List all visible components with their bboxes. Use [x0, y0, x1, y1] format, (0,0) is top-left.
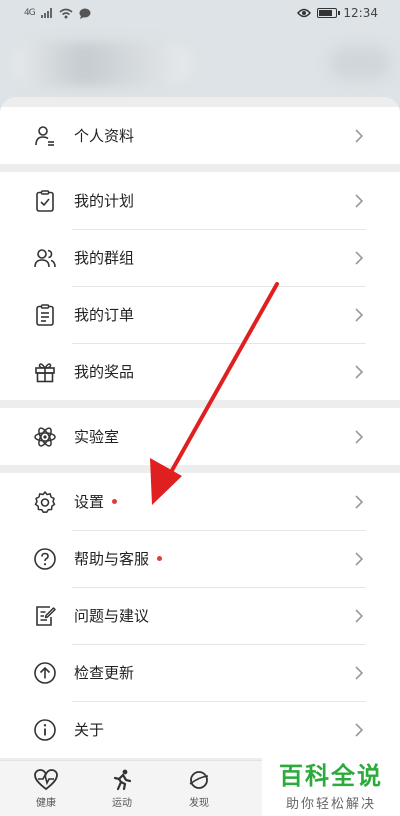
- menu-item-gear[interactable]: 设置: [0, 473, 400, 530]
- menu-item-text: 我的群组: [74, 249, 135, 267]
- menu-item-order[interactable]: 我的订单: [0, 286, 400, 343]
- chevron-right-icon: [354, 665, 364, 681]
- planet-icon: [189, 771, 209, 789]
- menu-item-text: 我的订单: [74, 306, 135, 324]
- gear-icon: [32, 489, 58, 515]
- menu-item-group[interactable]: 我的群组: [0, 229, 400, 286]
- chevron-right-icon: [354, 250, 364, 266]
- blurred-profile-name: [12, 42, 192, 86]
- menu-item-label: 检查更新: [74, 662, 134, 683]
- update-icon: [32, 660, 58, 686]
- menu-item-label: 我的计划: [74, 190, 134, 211]
- menu-item-label: 帮助与客服: [74, 548, 163, 569]
- message-icon: [79, 8, 91, 19]
- menu-group-lab: 实验室: [0, 408, 400, 465]
- menu-item-person[interactable]: 个人资料: [0, 107, 400, 164]
- notification-dot: [112, 499, 118, 504]
- info-icon: [32, 717, 58, 743]
- menu-item-text: 个人资料: [74, 127, 135, 145]
- profile-header[interactable]: [0, 26, 400, 106]
- signal-icon: 4G: [24, 8, 36, 18]
- menu-item-help[interactable]: 帮助与客服: [0, 530, 400, 587]
- tab-exercise[interactable]: 运动: [87, 761, 157, 816]
- feedback-icon: [32, 603, 58, 629]
- chevron-right-icon: [354, 307, 364, 323]
- status-time: 12:34: [343, 6, 378, 20]
- menu-item-text: 关于: [74, 721, 105, 739]
- status-left: 4G: [24, 8, 91, 19]
- menu-item-label: 个人资料: [74, 125, 134, 146]
- menu-item-update[interactable]: 检查更新: [0, 644, 400, 701]
- menu-group-profile: 个人资料: [0, 107, 400, 164]
- watermark-title: 百科全说: [279, 762, 383, 790]
- tab-label: 运动: [112, 798, 132, 809]
- wifi-icon: [59, 8, 73, 18]
- menu-item-label: 我的奖品: [74, 361, 134, 382]
- tab-label: 发现: [189, 798, 209, 809]
- chevron-right-icon: [354, 494, 364, 510]
- menu-sheet: 个人资料 我的计划我的群组我的订单我的奖品 实验室 设置帮助与客服问题与建议检查…: [0, 97, 400, 760]
- order-icon: [32, 302, 58, 328]
- menu-item-gift[interactable]: 我的奖品: [0, 343, 400, 400]
- blurred-profile-badge: [330, 46, 390, 80]
- menu-item-atom[interactable]: 实验室: [0, 408, 400, 465]
- notification-dot: [157, 556, 163, 561]
- chevron-right-icon: [354, 193, 364, 209]
- eye-icon: [297, 8, 312, 18]
- watermark-subtitle: 助你轻松解决: [285, 797, 376, 812]
- atom-icon: [32, 424, 58, 450]
- menu-item-text: 我的奖品: [74, 363, 135, 381]
- menu-group-settings: 设置帮助与客服问题与建议检查更新关于: [0, 473, 400, 758]
- gift-icon: [32, 359, 58, 385]
- tab-label: 健康: [36, 798, 56, 809]
- menu-item-label: 设置: [74, 491, 118, 512]
- tab-discover[interactable]: 发现: [164, 761, 234, 816]
- status-right: 12:34: [297, 6, 378, 20]
- signal-bars-icon: [40, 8, 52, 18]
- menu-item-text: 问题与建议: [74, 607, 150, 625]
- watermark-logo: 百科全说 助你轻松解决: [262, 752, 400, 816]
- menu-item-label: 我的群组: [74, 247, 134, 268]
- clipboard-check-icon: [32, 188, 58, 214]
- menu-item-feedback[interactable]: 问题与建议: [0, 587, 400, 644]
- chevron-right-icon: [354, 429, 364, 445]
- menu-item-label: 我的订单: [74, 304, 134, 325]
- status-bar: 4G 12:34: [0, 0, 400, 26]
- menu-item-text: 设置: [74, 493, 105, 511]
- chevron-right-icon: [354, 364, 364, 380]
- chevron-right-icon: [354, 128, 364, 144]
- menu-item-text: 我的计划: [74, 192, 135, 210]
- heart-pulse-icon: [34, 769, 58, 791]
- runner-icon: [113, 769, 132, 791]
- chevron-right-icon: [354, 608, 364, 624]
- menu-item-text: 检查更新: [74, 664, 135, 682]
- menu-item-label: 关于: [74, 719, 104, 740]
- menu-item-text: 帮助与客服: [74, 550, 150, 568]
- menu-item-label: 问题与建议: [74, 605, 149, 626]
- chevron-right-icon: [354, 722, 364, 738]
- menu-item-clipboard-check[interactable]: 我的计划: [0, 172, 400, 229]
- menu-item-info[interactable]: 关于: [0, 701, 400, 758]
- person-icon: [32, 123, 58, 149]
- help-icon: [32, 546, 58, 572]
- menu-item-label: 实验室: [74, 426, 119, 447]
- chevron-right-icon: [354, 551, 364, 567]
- menu-item-text: 实验室: [74, 428, 120, 446]
- tab-health[interactable]: 健康: [11, 761, 81, 816]
- group-icon: [32, 245, 58, 271]
- menu-group-mine: 我的计划我的群组我的订单我的奖品: [0, 172, 400, 400]
- battery-icon: [317, 8, 341, 18]
